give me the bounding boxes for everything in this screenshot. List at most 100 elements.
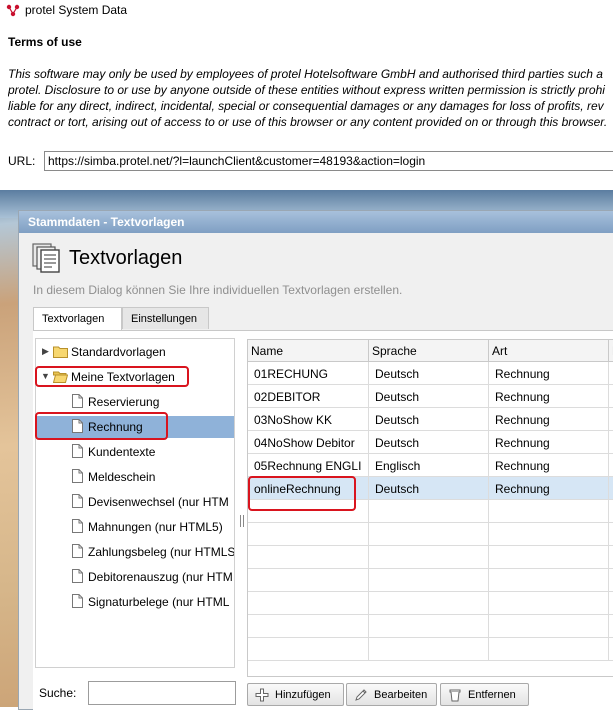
empty-cell	[369, 615, 489, 637]
edit-button-label: Bearbeiten	[374, 689, 428, 701]
tree-item-label: Debitorenauszug (nur HTM	[88, 570, 233, 584]
tree-item-rechnung[interactable]: Rechnung	[36, 416, 234, 438]
cell-sprache: Deutsch	[369, 431, 489, 453]
cell-name: 05Rechnung ENGLI	[248, 454, 369, 476]
tree-item-standardvorlagen[interactable]: ▶ Standardvorlagen	[36, 341, 234, 363]
cell-name: 03NoShow KK	[248, 408, 369, 430]
remove-button-label: Entfernen	[468, 689, 516, 701]
cell-name: 01RECHUNG	[248, 362, 369, 384]
expand-arrow-icon[interactable]: ▶	[42, 346, 52, 356]
cell-d-link[interactable]: N	[609, 454, 613, 476]
empty-cell	[369, 638, 489, 660]
tree-item-debitorenauszug[interactable]: Debitorenauszug (nur HTM	[36, 566, 234, 588]
plus-icon	[255, 688, 269, 702]
trash-icon	[449, 689, 461, 702]
document-icon	[72, 494, 83, 508]
column-header-sprache[interactable]: Sprache	[369, 340, 489, 361]
terms-line: This software may only be used by employ…	[8, 67, 603, 81]
edit-button[interactable]: Bearbeiten	[346, 683, 437, 706]
window-titlebar: protel System Data	[0, 0, 613, 22]
table-row-empty	[248, 592, 613, 615]
search-input[interactable]	[88, 681, 236, 705]
collapse-arrow-icon[interactable]: ▼	[41, 371, 51, 381]
tree-item-label: Meine Textvorlagen	[71, 370, 175, 384]
tree-item-label: Rechnung	[88, 420, 143, 434]
empty-cell	[369, 500, 489, 522]
tab-textvorlagen[interactable]: Textvorlagen	[33, 307, 122, 331]
cell-art: Rechnung	[489, 431, 609, 453]
empty-cell	[248, 569, 369, 591]
cell-name: onlineRechnung	[248, 477, 369, 499]
add-button-label: Hinzufügen	[275, 689, 331, 701]
dialog-title: Stammdaten - Textvorlagen	[28, 215, 185, 229]
terms-line: liable for any direct, indirect, inciden…	[8, 99, 604, 113]
cell-art: Rechnung	[489, 477, 609, 499]
terms-text: This software may only be used by employ…	[8, 66, 613, 130]
cell-d-link[interactable]: N	[609, 431, 613, 453]
remove-button[interactable]: Entfernen	[440, 683, 529, 706]
tree-item-label: Standardvorlagen	[71, 345, 166, 359]
empty-cell	[489, 569, 609, 591]
open-folder-icon	[53, 371, 68, 383]
tree-item-meldeschein[interactable]: Meldeschein	[36, 466, 234, 488]
terms-line: contract or tort, arising out of access …	[8, 115, 608, 129]
tree-item-label: Signaturbelege (nur HTML	[88, 595, 230, 609]
empty-cell	[489, 615, 609, 637]
cell-d-link[interactable]: N	[609, 385, 613, 407]
add-button[interactable]: Hinzufügen	[247, 683, 344, 706]
table-header: Name Sprache Art D	[248, 340, 613, 362]
table-row[interactable]: 01RECHUNG Deutsch Rechnung N	[248, 362, 613, 385]
empty-cell	[248, 500, 369, 522]
tree-item-devisenwechsel[interactable]: Devisenwechsel (nur HTM	[36, 491, 234, 513]
table-row[interactable]: 02DEBITOR Deutsch Rechnung N	[248, 385, 613, 408]
document-icon	[72, 569, 83, 583]
table-row-empty	[248, 638, 613, 661]
tree-item-label: Kundentexte	[88, 445, 156, 459]
table-row-selected[interactable]: onlineRechnung Deutsch Rechnung N	[248, 477, 613, 500]
tree-item-kundentexte[interactable]: Kundentexte	[36, 441, 234, 463]
cell-d-link[interactable]: N	[609, 477, 613, 499]
column-header-d[interactable]: D	[609, 340, 613, 361]
empty-cell	[248, 523, 369, 545]
tree-item-label: Reservierung	[88, 395, 160, 409]
cell-sprache: Deutsch	[369, 408, 489, 430]
search-label: Suche:	[39, 686, 77, 700]
tab-einstellungen[interactable]: Einstellungen	[122, 307, 209, 329]
empty-cell	[369, 592, 489, 614]
url-field[interactable]	[44, 151, 613, 171]
template-tree: ▶ Standardvorlagen ▼ Meine Textvorlagen …	[35, 338, 235, 668]
document-icon	[72, 394, 83, 408]
window-title: protel System Data	[25, 3, 128, 17]
column-header-name[interactable]: Name	[248, 340, 369, 361]
empty-cell	[369, 523, 489, 545]
column-header-art[interactable]: Art	[489, 340, 609, 361]
templates-table: Name Sprache Art D 01RECHUNG Deutsch Rec…	[247, 339, 613, 677]
cell-d-link[interactable]: N	[609, 362, 613, 384]
table-row-empty	[248, 546, 613, 569]
tree-item-signaturbelege[interactable]: Signaturbelege (nur HTML	[36, 591, 234, 613]
page-subtitle: In diesem Dialog können Sie Ihre individ…	[33, 283, 403, 297]
url-label: URL:	[8, 154, 36, 168]
pane-splitter-handle[interactable]	[240, 515, 244, 527]
empty-cell	[489, 546, 609, 568]
dialog-titlebar[interactable]: Stammdaten - Textvorlagen	[19, 211, 613, 233]
cell-name: 02DEBITOR	[248, 385, 369, 407]
cell-d-link[interactable]: N	[609, 408, 613, 430]
pencil-icon	[355, 689, 367, 701]
empty-cell	[369, 569, 489, 591]
cell-sprache: Deutsch	[369, 362, 489, 384]
tree-item-zahlungsbeleg[interactable]: Zahlungsbeleg (nur HTMLS	[36, 541, 235, 563]
cell-sprache: Englisch	[369, 454, 489, 476]
document-icon	[72, 519, 83, 533]
document-icon	[72, 469, 83, 483]
tree-item-label: Zahlungsbeleg (nur HTMLS	[88, 545, 235, 559]
document-icon	[72, 444, 83, 458]
table-row[interactable]: 03NoShow KK Deutsch Rechnung N	[248, 408, 613, 431]
document-icon	[72, 544, 83, 558]
table-row[interactable]: 05Rechnung ENGLI Englisch Rechnung N	[248, 454, 613, 477]
tree-item-mahnungen[interactable]: Mahnungen (nur HTML5)	[36, 516, 234, 538]
documents-icon	[32, 243, 60, 273]
table-row[interactable]: 04NoShow Debitor Deutsch Rechnung N	[248, 431, 613, 454]
tree-item-meine-textvorlagen[interactable]: ▼ Meine Textvorlagen	[36, 366, 234, 388]
tree-item-reservierung[interactable]: Reservierung	[36, 391, 234, 413]
